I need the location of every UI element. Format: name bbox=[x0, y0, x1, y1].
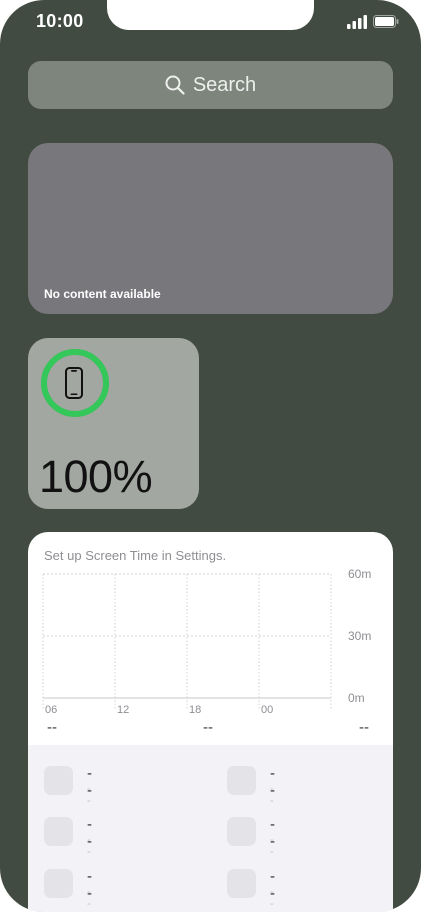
app-placeholder-icon bbox=[44, 817, 73, 846]
y-tick-label: 60m bbox=[348, 567, 371, 581]
x-tick-label: 12 bbox=[117, 704, 129, 716]
battery-widget[interactable]: 100% bbox=[28, 338, 199, 509]
app-placeholder-icon bbox=[44, 766, 73, 795]
x-tick-label: 18 bbox=[189, 704, 201, 716]
app-usage-grid: -- -- -- -- -- -- -- -- -- -- -- -- bbox=[28, 745, 393, 912]
app-placeholder-icon bbox=[44, 869, 73, 898]
summary-value-right: -- bbox=[359, 719, 369, 736]
home-screen-widget-page: 10:00 Search No content available 100% S… bbox=[0, 0, 421, 912]
y-tick-label: 30m bbox=[348, 629, 371, 643]
screen-time-widget[interactable]: Set up Screen Time in Settings. 60m 30m 0m… bbox=[28, 532, 393, 912]
status-bar-time: 10:00 bbox=[36, 11, 84, 31]
search-bar[interactable]: Search bbox=[28, 61, 393, 109]
app-placeholder-icon bbox=[227, 869, 256, 898]
y-tick-label: 0m bbox=[348, 691, 365, 705]
screen-time-chart: 60m 30m 0m 06 12 18 00 bbox=[42, 567, 371, 716]
device-frame: 10:00 Search No content available 100% S… bbox=[0, 0, 421, 912]
battery-icon bbox=[373, 15, 399, 28]
empty-widget[interactable]: No content available bbox=[28, 143, 393, 314]
search-icon bbox=[165, 75, 185, 95]
app-usage-time: -- bbox=[270, 834, 274, 858]
x-tick-label: 00 bbox=[261, 704, 273, 716]
search-placeholder: Search bbox=[192, 73, 257, 96]
summary-value-middle: -- bbox=[203, 719, 213, 736]
iphone-icon bbox=[65, 367, 83, 399]
app-usage-time: -- bbox=[87, 834, 91, 858]
app-usage-time: -- bbox=[87, 886, 91, 910]
notch bbox=[107, 0, 314, 30]
app-usage-time: -- bbox=[270, 886, 274, 910]
summary-value-left: -- bbox=[47, 719, 57, 736]
app-usage-time: -- bbox=[270, 783, 274, 807]
app-placeholder-icon bbox=[227, 766, 256, 795]
app-usage-time: -- bbox=[87, 783, 91, 807]
no-content-label: No content available bbox=[44, 287, 161, 301]
app-placeholder-icon bbox=[227, 817, 256, 846]
cellular-signal-icon bbox=[347, 15, 367, 29]
x-tick-label: 06 bbox=[45, 704, 57, 716]
battery-percent: 100% bbox=[39, 451, 153, 502]
